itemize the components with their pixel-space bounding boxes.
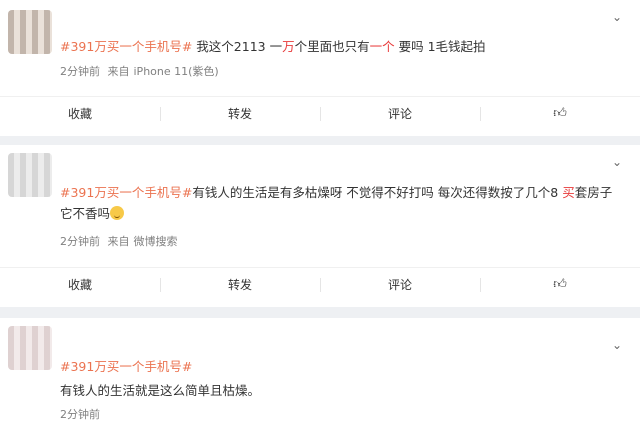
post-card: ⌄ #391万买一个手机号#有钱人的生活是有多枯燥呀 不觉得不好打吗 每次还得数… — [0, 145, 640, 307]
avatar[interactable] — [8, 10, 52, 54]
chevron-down-icon[interactable]: ⌄ — [610, 155, 624, 169]
timestamp[interactable]: 2分钟前 — [60, 65, 100, 78]
action-bar: 收藏 转发 评论 👍︎ — [0, 96, 640, 130]
topic-tag[interactable]: #391万买一个手机号# — [60, 39, 192, 54]
source-device[interactable]: iPhone 11(紫色) — [134, 65, 219, 78]
avatar[interactable] — [8, 153, 52, 197]
timestamp[interactable]: 2分钟前 — [60, 408, 100, 421]
source-prefix: 来自 — [107, 235, 130, 248]
action-bar: 收藏 转发 评论 👍︎ — [0, 267, 640, 301]
post-text: #391万买一个手机号# — [60, 356, 620, 377]
avatar[interactable] — [8, 326, 52, 370]
thumbs-up-icon: 👍︎ — [553, 106, 567, 121]
thumbs-up-icon: 👍︎ — [553, 277, 567, 292]
post-card: ⌄ #391万买一个手机号# 有钱人的生活就是这么简单且枯燥。 2分钟前 — [0, 318, 640, 444]
chevron-down-icon[interactable]: ⌄ — [610, 10, 624, 24]
topic-tag[interactable]: #391万买一个手机号# — [60, 185, 192, 200]
comment-button[interactable]: 评论 — [320, 97, 480, 130]
post-meta: 2分钟前 来自 iPhone 11(紫色) — [60, 63, 223, 79]
like-button[interactable]: 👍︎ — [480, 97, 640, 130]
source-app[interactable]: 微博搜索 — [134, 235, 178, 248]
post-card: ⌄ #391万买一个手机号# 我这个2113 一万个里面也只有一个 要吗 1毛钱… — [0, 0, 640, 136]
repost-button[interactable]: 转发 — [160, 97, 320, 130]
comment-button[interactable]: 评论 — [320, 268, 480, 301]
repost-button[interactable]: 转发 — [160, 268, 320, 301]
chevron-down-icon[interactable]: ⌄ — [610, 338, 624, 352]
favorite-button[interactable]: 收藏 — [0, 97, 160, 130]
post-text: #391万买一个手机号# 我这个2113 一万个里面也只有一个 要吗 1毛钱起拍 — [60, 39, 486, 54]
like-button[interactable]: 👍︎ — [480, 268, 640, 301]
source-prefix: 来自 — [107, 65, 130, 78]
post-body: 有钱人的生活就是这么简单且枯燥。 — [60, 383, 261, 398]
topic-tag[interactable]: #391万买一个手机号# — [60, 359, 192, 374]
comment-feed: ⌄ #391万买一个手机号# 我这个2113 一万个里面也只有一个 要吗 1毛钱… — [0, 0, 640, 444]
astonished-face-icon — [110, 206, 125, 220]
post-text: #391万买一个手机号#有钱人的生活是有多枯燥呀 不觉得不好打吗 每次还得数按了… — [60, 185, 613, 221]
favorite-button[interactable]: 收藏 — [0, 268, 160, 301]
post-meta: 2分钟前 — [60, 406, 104, 422]
timestamp[interactable]: 2分钟前 — [60, 235, 100, 248]
post-meta: 2分钟前 来自 微博搜索 — [60, 233, 182, 249]
